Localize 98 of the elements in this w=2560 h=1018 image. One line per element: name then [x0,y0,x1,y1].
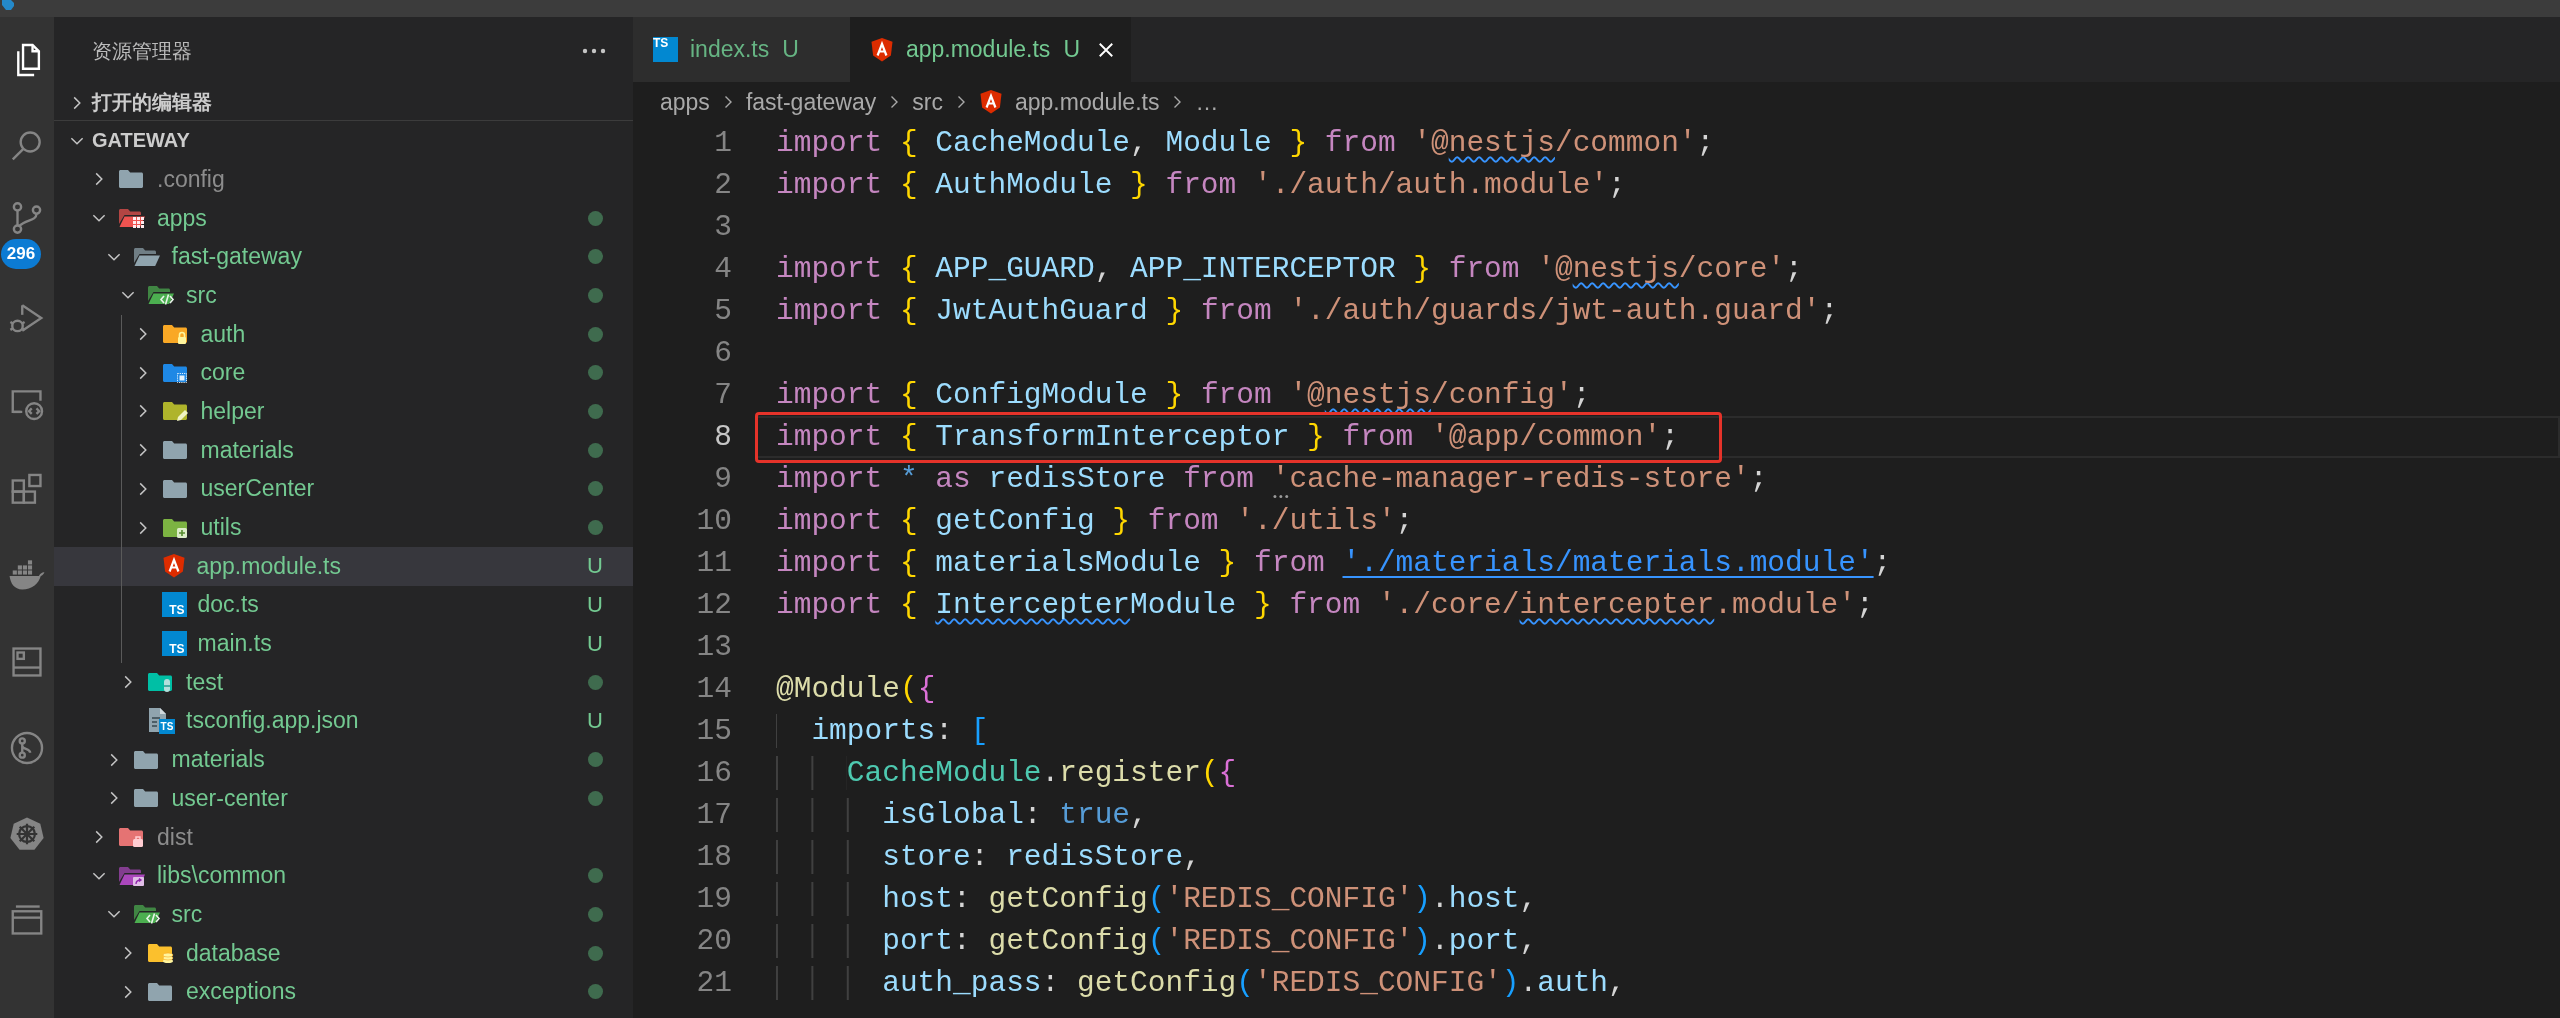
git-status-letter: U [782,36,799,63]
editor-tab[interactable]: app.module.ts U [849,17,1131,82]
breadcrumb-item[interactable]: … [1195,88,1219,116]
shield-icon [978,89,1003,115]
folder-icon [161,477,190,500]
tree-item[interactable]: user-center [54,779,633,818]
line-number: 11 [695,546,732,580]
ts-file-icon: TS [161,592,187,618]
bag-folder-icon [118,826,146,849]
tree-item[interactable]: src [54,895,633,934]
code-line: import { JwtAuthGuard } from './auth/guards/jwt-auth.guard'; [776,294,1839,328]
line-number: 2 [713,168,732,202]
git-status-letter: U [587,630,603,657]
ts-file-icon: TS [161,631,187,657]
open-folder-icon [132,245,161,268]
tree-item[interactable]: src [54,276,633,315]
arrow-folder-icon [118,864,146,887]
code-line: import { IntercepterModule } from './core/intercepter.module'; [776,588,1874,622]
code-line: import { materialsModule } from './materials/materials.module'; [776,546,1892,580]
line-number: 9 [713,462,732,496]
git-status-letter: U [587,591,603,618]
breadcrumb-item[interactable]: app.module.ts [978,88,1160,116]
line-number: 14 [695,672,732,706]
shield-icon [161,553,186,580]
ts-file-icon: TS [653,37,678,62]
breadcrumb-item[interactable]: apps [660,88,710,116]
pencil-folder-icon [161,400,190,423]
section-header[interactable]: GATEWAY [54,120,633,160]
code-folder-icon [147,284,175,307]
breadcrumb-item[interactable]: src [912,88,943,116]
code-line: import { CacheModule, Module } from '@nestjs/common'; [776,126,1715,160]
line-number: 17 [695,798,732,832]
section-header[interactable]: 打开的编辑器 [54,85,633,120]
tree-item[interactable]: fast-gateway [54,237,633,277]
code-line: import { getConfig } from './utils'; [776,504,1414,538]
git-status-letter: U [587,707,603,734]
grid-folder-icon [118,207,146,230]
code-line: import { AuthModule } from './auth/auth.module'; [776,168,1626,202]
line-number: 16 [695,756,732,790]
more-icon[interactable] [581,47,607,55]
line-number: 20 [695,924,732,958]
line-number: 18 [695,840,732,874]
plus-folder-icon [161,516,190,539]
folder-icon [132,748,161,771]
code-line: imports: [ [776,714,989,748]
line-number: 6 [713,336,732,370]
code-line: auth_pass: getConfig('REDIS_CONFIG').auth, [776,966,1626,1000]
tree-item[interactable]: database [54,933,633,973]
line-number: 1 [713,126,732,160]
tree-item[interactable]: .config [54,160,633,199]
code-line: import * as redisStore from 'cache-manager-redis-store'; [776,462,1768,496]
tree-item[interactable]: materials [54,740,633,779]
tree-item[interactable]: TS tsconfig.app.json U [54,701,633,741]
branch-circle-icon[interactable] [8,729,46,767]
code-line: isGlobal: true, [776,798,1148,832]
code-line: @Module({ [776,672,936,706]
helm-wheel-icon[interactable] [8,815,46,853]
line-number: 10 [695,504,732,538]
line-number: 5 [713,294,732,328]
code-line: host: getConfig('REDIS_CONFIG').host, [776,882,1538,916]
code-folder-icon [132,903,161,926]
code-line: port: getConfig('REDIS_CONFIG').port, [776,924,1538,958]
folder-icon [118,168,146,191]
line-number: 4 [713,252,732,286]
count-badge: 296 [1,239,41,269]
line-number: 8 [713,420,732,454]
line-number: 12 [695,588,732,622]
editor-tab[interactable]: TS index.ts U [633,17,850,82]
folder-icon [132,787,161,810]
tree-item[interactable]: dist [54,817,633,857]
line-number: 19 [695,882,732,916]
line-number: 3 [713,210,732,244]
tree-item[interactable]: exceptions [54,972,633,1012]
chip-folder-icon [161,361,190,384]
logo-icon [2,0,14,10]
code-line: store: redisStore, [776,840,1201,874]
git-status-letter: U [1063,36,1080,63]
lock-folder-icon [161,323,190,346]
git-status-letter: U [587,553,603,580]
sidebar-title: 资源管理器 [92,38,192,64]
folder-icon [147,980,175,1003]
folder-icon [161,439,190,462]
tree-item[interactable]: apps [54,198,633,238]
line-number: 13 [695,630,732,664]
code-line: import { APP_GUARD, APP_INTERCEPTOR } from '@nestjs/core'; [776,252,1803,286]
test-tube-folder-icon [147,671,175,694]
breadcrumb-item[interactable]: fast-gateway [745,88,877,116]
shield-icon [869,36,894,63]
line-number: 15 [695,714,732,748]
code-line: import { ConfigModule } from '@nestjs/config'; [776,378,1591,412]
tree-item[interactable]: libs\common [54,856,633,896]
tree-item[interactable]: app.module.ts U [54,546,633,586]
line-number: 21 [695,966,732,1000]
code-line: import { TransformInterceptor } from '@app/common'; [776,420,1679,454]
coins-folder-icon [147,942,175,965]
code-line: CacheModule.register({ [776,756,1237,790]
line-number: 7 [713,378,732,412]
tree-item[interactable]: test [54,662,633,702]
